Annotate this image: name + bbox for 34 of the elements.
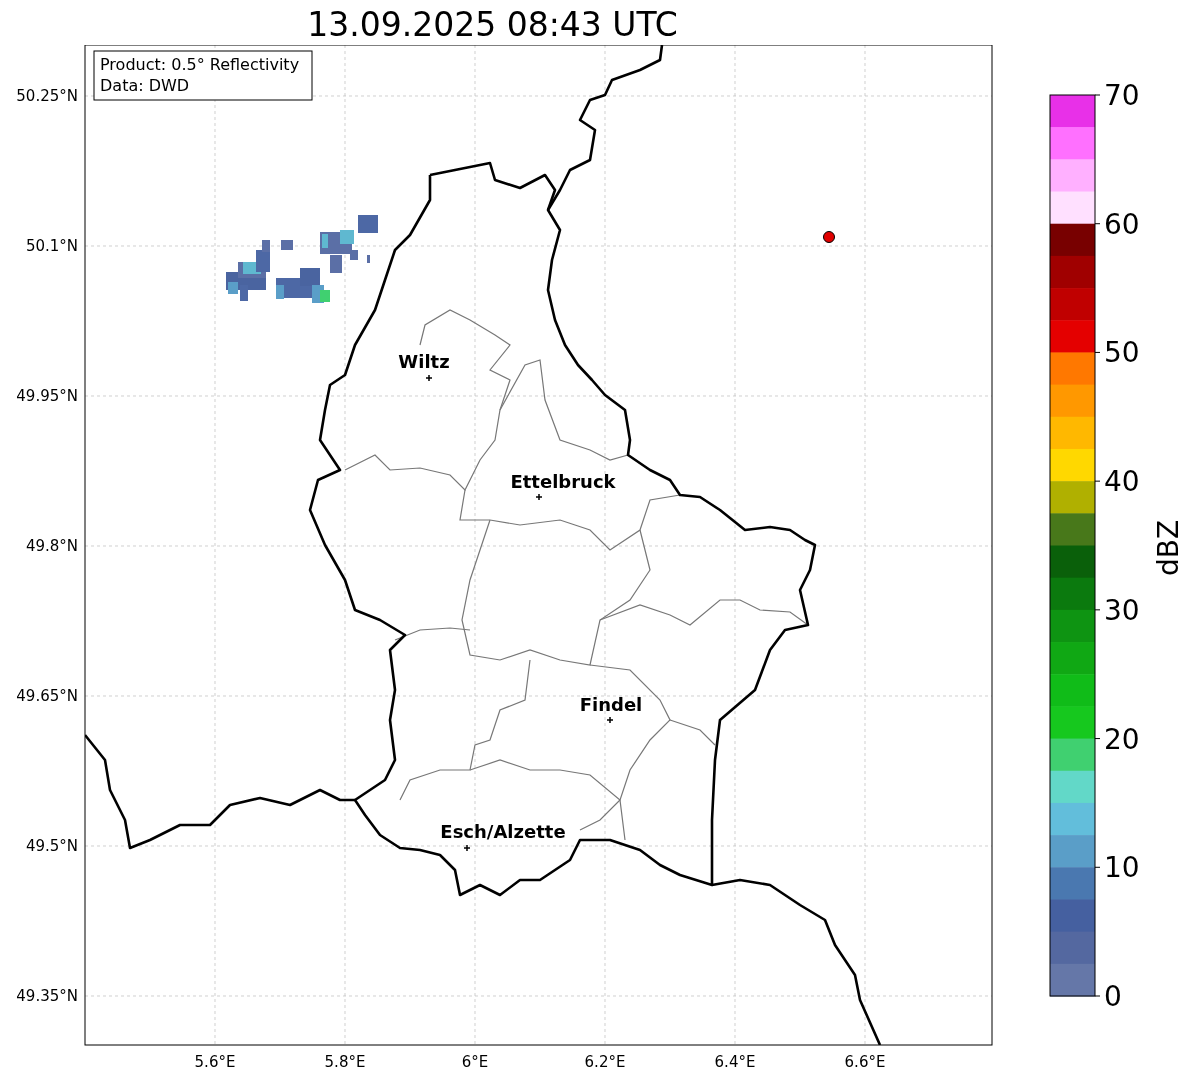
y-tick-label: 50.25°N (16, 87, 78, 105)
y-tick-label: 49.95°N (16, 387, 78, 405)
city-marker-icon (425, 374, 433, 382)
colorbar-tick-label: 20 (1104, 722, 1140, 756)
colorbar-label: dBZ (1152, 519, 1184, 577)
city-label: Wiltz (398, 351, 450, 372)
y-tick-label: 49.65°N (16, 687, 78, 705)
y-tick-label: 50.1°N (25, 237, 78, 255)
x-tick-label: 6.6°E (844, 1053, 886, 1071)
radar-site-marker (823, 231, 835, 243)
city-label: Findel (579, 694, 643, 715)
colorbar-tick-label: 70 (1104, 79, 1140, 112)
colorbar-tick-label: 10 (1104, 851, 1140, 885)
y-tick-label: 49.35°N (16, 987, 78, 1005)
colorbar-tick-label: 60 (1104, 207, 1140, 241)
y-tick-label: 49.5°N (25, 837, 78, 855)
colorbar-tick-label: 30 (1104, 593, 1140, 627)
city-marker-icon (535, 493, 543, 501)
info-text: Product: 0.5° Reflectivity (100, 55, 300, 74)
x-tick-label: 6°E (461, 1053, 489, 1071)
colorbar-tick-label: 40 (1104, 465, 1140, 499)
city-marker-icon (463, 844, 471, 852)
x-tick-label: 6.2°E (584, 1053, 626, 1071)
chart-title: 13.09.2025 08:43 UTC (307, 5, 678, 45)
city-marker-icon (606, 716, 614, 724)
colorbar-tick-label: 50 (1104, 336, 1140, 370)
y-tick-label: 49.8°N (25, 537, 78, 555)
city-label: Ettelbruck (510, 471, 616, 492)
info-text: Data: DWD (100, 76, 190, 95)
x-tick-label: 5.6°E (194, 1053, 236, 1071)
city-label: Esch/Alzette (440, 821, 566, 842)
x-tick-label: 5.8°E (324, 1053, 366, 1071)
x-tick-label: 6.4°E (714, 1053, 756, 1071)
colorbar-tick-label: 0 (1104, 980, 1122, 1013)
